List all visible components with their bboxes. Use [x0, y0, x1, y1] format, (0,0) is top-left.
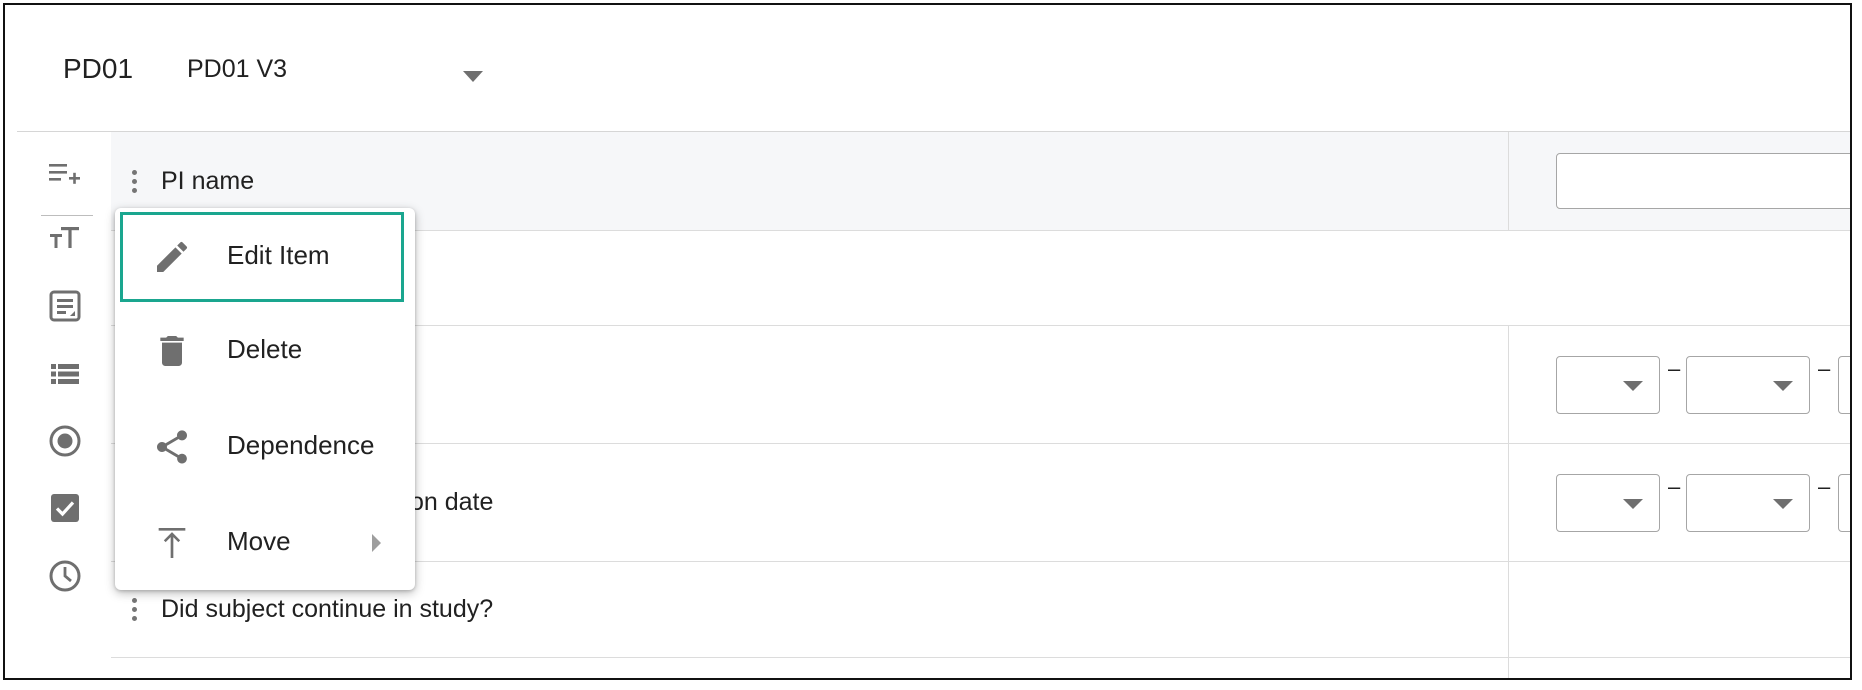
form-code: PD01: [63, 53, 134, 84]
edit-item-menu-item[interactable]: Edit Item: [120, 212, 404, 302]
item-label: on date: [410, 488, 494, 516]
menu-item-label: Edit Item: [227, 240, 330, 270]
date-month-select[interactable]: [1686, 356, 1810, 414]
menu-item-label: Delete: [227, 334, 303, 364]
form-item-row[interactable]: [111, 658, 1850, 678]
chevron-down-icon: [1773, 499, 1793, 509]
chevron-down-icon: [1623, 499, 1643, 509]
date-separator: –: [1668, 474, 1681, 499]
date-year-select[interactable]: [1838, 474, 1850, 532]
checkbox-icon[interactable]: [43, 486, 87, 530]
dependence-menu-item[interactable]: Dependence: [115, 402, 415, 492]
column-divider: [1508, 444, 1509, 561]
item-context-menu: Edit Item Delete Dependence Move: [115, 208, 415, 590]
text-size-icon[interactable]: [43, 216, 87, 260]
version-select[interactable]: PD01 V3: [187, 55, 497, 95]
text-field-icon[interactable]: [43, 284, 87, 328]
pencil-icon: [151, 236, 193, 278]
move-to-top-icon: [151, 522, 193, 564]
chevron-down-icon: [1623, 381, 1643, 391]
chevron-down-icon: [1773, 381, 1793, 391]
list-icon[interactable]: [43, 352, 87, 396]
item-toolbar: [17, 132, 111, 678]
date-day-select[interactable]: [1556, 356, 1660, 414]
delete-menu-item[interactable]: Delete: [115, 306, 415, 396]
more-vert-icon[interactable]: [132, 598, 138, 625]
move-menu-item[interactable]: Move: [115, 498, 415, 588]
column-divider: [1508, 132, 1509, 230]
column-divider: [1508, 326, 1509, 443]
radio-icon[interactable]: [43, 419, 87, 463]
form-header: PD01 PD01 V3: [5, 5, 1850, 131]
trash-icon: [151, 330, 193, 372]
chevron-right-icon: [372, 534, 381, 552]
version-select-value: PD01 V3: [187, 55, 288, 83]
add-item-icon[interactable]: [43, 152, 87, 196]
pi-name-input[interactable]: [1556, 153, 1850, 209]
date-year-select[interactable]: [1838, 356, 1850, 414]
more-vert-icon[interactable]: [132, 170, 138, 197]
date-day-select[interactable]: [1556, 474, 1660, 532]
menu-item-label: Move: [227, 526, 291, 556]
clock-icon[interactable]: [43, 554, 87, 598]
date-separator: –: [1818, 356, 1831, 381]
chevron-down-icon: [463, 71, 483, 82]
column-divider: [1508, 562, 1509, 657]
date-separator: –: [1818, 474, 1831, 499]
item-label: PI name: [161, 167, 255, 195]
share-icon: [151, 426, 193, 468]
app-frame: PD01 PD01 V3 PI name – – on date – – Did…: [3, 3, 1852, 680]
item-label: Did subject continue in study?: [161, 595, 494, 623]
column-divider: [1508, 658, 1509, 678]
date-separator: –: [1668, 356, 1681, 381]
menu-item-label: Dependence: [227, 430, 375, 460]
date-month-select[interactable]: [1686, 474, 1810, 532]
